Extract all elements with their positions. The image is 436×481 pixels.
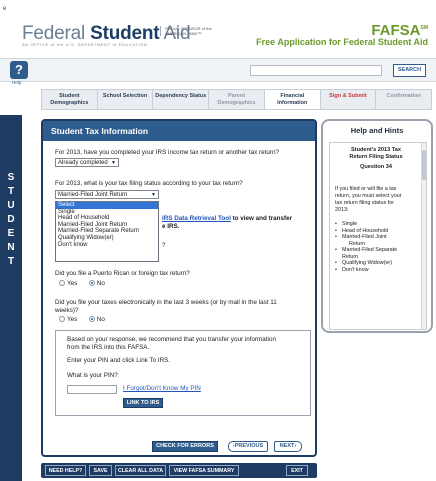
- drt-text-part1: to view and transfer: [230, 215, 293, 222]
- q3-yes-label: Yes: [67, 280, 78, 287]
- forgot-pin-link[interactable]: I Forgot/Don't Know My PIN: [123, 385, 201, 392]
- q4-no-label: No: [96, 316, 105, 323]
- search-button[interactable]: SEARCH: [393, 64, 426, 77]
- tab-school-selection[interactable]: School Selection: [98, 90, 154, 109]
- sidebar-letter: T: [7, 256, 15, 267]
- q2-label: For 2013, what is your tax filing status…: [55, 180, 243, 187]
- hints-scroll-thumb[interactable]: [422, 150, 426, 180]
- dropdown-option[interactable]: Married-Filed Separate Return: [56, 228, 158, 235]
- save-button[interactable]: SAVE: [89, 465, 112, 476]
- tab-student-demographics[interactable]: Student Demographics: [42, 90, 98, 109]
- dropdown-option[interactable]: Qualifying Widow(er): [56, 235, 158, 242]
- sidebar-letter: N: [7, 242, 15, 253]
- q2-select[interactable]: Married-Filed Joint Return ▼: [55, 190, 159, 199]
- check-for-errors-button[interactable]: CHECK FOR ERRORS: [152, 441, 218, 452]
- pin-input[interactable]: [67, 385, 117, 394]
- tab-financial-information[interactable]: Financial Information: [264, 90, 321, 109]
- sidebar-letter: E: [7, 228, 15, 239]
- help-label[interactable]: Help: [12, 80, 21, 85]
- hint-status-list: Single Head of Household Married-Filed J…: [335, 221, 419, 273]
- tab-sign-submit[interactable]: Sign & Submit: [321, 90, 377, 109]
- q3-no-radio[interactable]: [88, 280, 95, 286]
- previous-label: PREVIOUS: [234, 443, 264, 449]
- drt-text: IRS Data Retrieval Tool to view and tran…: [162, 215, 292, 222]
- hint-para-line3: tax return filing status for: [335, 200, 395, 206]
- tab-dependency-status[interactable]: Dependency Status: [153, 90, 210, 109]
- student-sidebar: [0, 115, 22, 481]
- q2-select-value: Married-Filed Joint Return: [58, 192, 128, 198]
- logo-subtitle: AN OFFICE of the U.S. DEPARTMENT of EDUC…: [22, 42, 148, 47]
- hint-subtitle2: Return Filing Status: [349, 154, 403, 160]
- fafsa-tagline: Free Application for Federal Student Aid: [256, 37, 428, 47]
- sidebar-letter: S: [7, 172, 15, 183]
- chevron-down-icon: ▼: [111, 160, 116, 166]
- q3-no-label: No: [96, 280, 105, 287]
- section-nav: Student Demographics School Selection De…: [41, 89, 432, 110]
- dropdown-option[interactable]: Single: [56, 209, 158, 216]
- previous-button[interactable]: ‹PREVIOUS: [228, 441, 268, 452]
- dropdown-option[interactable]: Head of Household: [56, 215, 158, 222]
- hidden-question-mark: ?: [162, 242, 166, 249]
- box-text-line1: Based on your response, we recommend tha…: [67, 336, 276, 343]
- logo-student: Student: [90, 23, 160, 44]
- hint-subtitle1: Student's 2013 Tax: [350, 147, 402, 153]
- hints-title: Help and Hints: [350, 126, 404, 135]
- dropdown-option[interactable]: Married-Filed Joint Return: [56, 222, 158, 229]
- help-question-icon[interactable]: ?: [10, 61, 28, 79]
- chevron-right-icon: ›: [294, 443, 297, 449]
- drt-text-part2: e IRS.: [162, 223, 180, 230]
- q4-no-radio[interactable]: [88, 316, 95, 322]
- q3-yes-radio[interactable]: [59, 280, 65, 286]
- logo-federal: Federal: [22, 23, 91, 44]
- corner-mark: e: [3, 6, 7, 12]
- filing-status-dropdown[interactable]: Select Single Head of Household Married-…: [55, 201, 159, 262]
- q3-label: Did you file a Puerto Rican or foreign t…: [55, 270, 190, 277]
- tab-parent-demographics[interactable]: Parent Demographics: [209, 90, 265, 109]
- next-button[interactable]: NEXT›: [274, 441, 302, 452]
- hint-question: Question 34: [359, 164, 393, 170]
- q4-label-line1: Did you file your taxes electronically i…: [55, 299, 277, 306]
- view-fafsa-summary-button[interactable]: VIEW FAFSA SUMMARY: [169, 465, 239, 476]
- exit-button[interactable]: EXIT: [286, 465, 308, 476]
- box-text-line3: Enter your PIN and click Link To IRS.: [67, 357, 171, 364]
- fafsa-sm: SM: [420, 25, 429, 31]
- hint-para-line4: 2013:: [335, 207, 349, 213]
- sidebar-letter: U: [7, 200, 15, 211]
- next-label: NEXT: [279, 443, 295, 449]
- dropdown-option[interactable]: Select: [56, 202, 158, 209]
- pin-label: What is your PIN?: [67, 372, 118, 379]
- q4-options: Yes No: [59, 316, 105, 323]
- q4-yes-radio[interactable]: [59, 316, 65, 322]
- chevron-down-icon: ▼: [151, 192, 156, 198]
- hint-list-item: Don't know: [335, 267, 419, 274]
- irs-data-retrieval-link[interactable]: IRS Data Retrieval Tool: [162, 215, 231, 222]
- hint-para-line2: return, you must select your: [335, 193, 402, 199]
- link-to-irs-button[interactable]: LINK TO IRS: [123, 398, 163, 408]
- search-input[interactable]: [250, 65, 382, 76]
- q4-yes-label: Yes: [67, 316, 78, 323]
- box-text-line2: from the IRS into this FAFSA.: [67, 344, 150, 351]
- dropdown-option[interactable]: Don't know: [56, 242, 158, 249]
- tab-confirmation[interactable]: Confirmation: [376, 90, 431, 109]
- need-help-button[interactable]: NEED HELP?: [45, 465, 86, 476]
- clear-all-data-button[interactable]: CLEAR ALL DATA: [115, 465, 166, 476]
- q4-label-line2: weeks)?: [55, 307, 79, 314]
- q1-select[interactable]: Already completed ▼: [55, 158, 119, 167]
- q1-select-value: Already completed: [58, 160, 108, 166]
- sidebar-letter: T: [7, 186, 15, 197]
- hint-para-line1: If you filed or will file a tax: [335, 186, 397, 192]
- page-title: Student Tax Information: [43, 121, 315, 141]
- q3-options: Yes No: [59, 280, 105, 287]
- q1-label: For 2013, have you completed your IRS in…: [55, 149, 280, 156]
- sponsor-tagline: PROUD SPONSOR of the AMERICAN MIND™: [160, 26, 224, 36]
- sidebar-letter: D: [7, 214, 15, 225]
